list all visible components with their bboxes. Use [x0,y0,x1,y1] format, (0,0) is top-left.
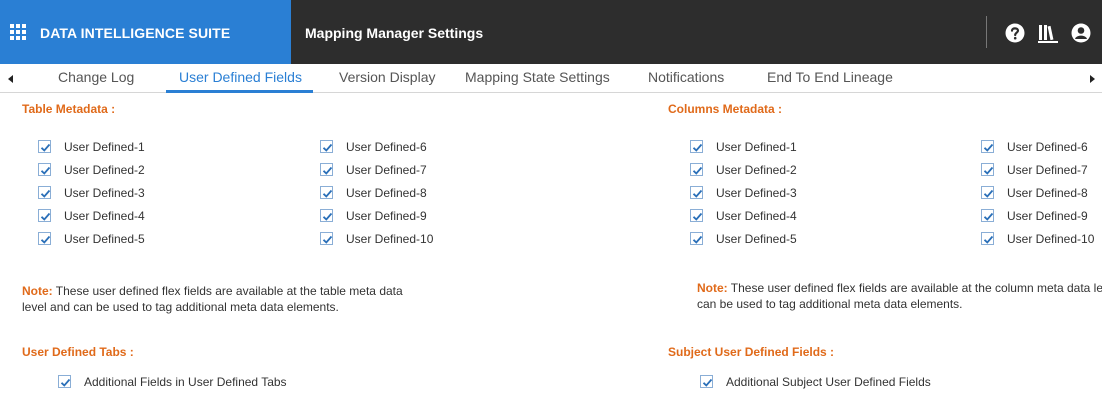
checkbox-label: User Defined-3 [64,186,145,200]
table-user-defined-9-checkbox[interactable] [320,209,333,222]
checkbox-label: User Defined-3 [716,186,797,200]
table-user-defined-6-checkbox[interactable] [320,140,333,153]
checkmark-icon [60,378,71,387]
brand-area[interactable]: DATA INTELLIGENCE SUITE [0,0,291,64]
checkbox-label: User Defined-6 [346,140,427,154]
tab-scroll-left-icon[interactable] [8,75,13,83]
checkbox-label: User Defined-10 [346,232,434,246]
checkmark-icon [40,212,51,221]
note-text-line2: level and can be used to tag additional … [22,300,339,314]
column-user-defined-9-checkbox[interactable] [981,209,994,222]
checkmark-icon [40,189,51,198]
top-navigation-bar: DATA INTELLIGENCE SUITE Mapping Manager … [0,0,1102,64]
user-defined-tabs-heading: User Defined Tabs : [22,345,134,359]
columns-metadata-note: Note: These user defined flex fields are… [697,280,1102,312]
checkbox-label: User Defined-2 [64,163,145,177]
checkmark-icon [983,212,994,221]
checkmark-icon [692,143,703,152]
checkmark-icon [322,235,333,244]
column-user-defined-10-checkbox[interactable] [981,232,994,245]
checkbox-label: Additional Subject User Defined Fields [726,375,931,389]
checkmark-icon [983,189,994,198]
column-user-defined-1-checkbox[interactable] [690,140,703,153]
checkmark-icon [692,235,703,244]
checkmark-icon [692,166,703,175]
tab-change-log[interactable]: Change Log [58,69,134,85]
column-user-defined-5-checkbox[interactable] [690,232,703,245]
checkbox-label: User Defined-10 [1007,232,1095,246]
column-user-defined-6-checkbox[interactable] [981,140,994,153]
table-user-defined-3-checkbox[interactable] [38,186,51,199]
active-tab-indicator [166,90,313,93]
checkmark-icon [702,378,713,387]
column-user-defined-7-checkbox[interactable] [981,163,994,176]
additional-fields-user-defined-tabs-checkbox[interactable] [58,375,71,388]
page-title: Mapping Manager Settings [305,25,484,41]
checkmark-icon [983,143,994,152]
checkmark-icon [322,143,333,152]
checkmark-icon [983,235,994,244]
brand-name: DATA INTELLIGENCE SUITE [40,25,231,41]
checkbox-label: User Defined-8 [1007,186,1088,200]
note-label: Note: [697,281,728,295]
checkbox-label: User Defined-7 [346,163,427,177]
tab-end-to-end-lineage[interactable]: End To End Lineage [767,69,893,85]
checkmark-icon [983,166,994,175]
column-user-defined-4-checkbox[interactable] [690,209,703,222]
apps-grid-icon[interactable] [10,24,26,40]
tab-mapping-state-settings[interactable]: Mapping State Settings [465,69,610,85]
checkmark-icon [40,235,51,244]
checkbox-label: User Defined-1 [716,140,797,154]
table-user-defined-4-checkbox[interactable] [38,209,51,222]
tab-notifications[interactable]: Notifications [648,69,724,85]
checkbox-label: User Defined-4 [64,209,145,223]
tab-user-defined-fields[interactable]: User Defined Fields [179,69,302,85]
table-metadata-note: Note: These user defined flex fields are… [22,283,442,315]
note-text-line1: These user defined flex fields are avail… [52,284,403,298]
header-divider [986,16,987,48]
column-user-defined-2-checkbox[interactable] [690,163,703,176]
user-account-icon[interactable] [1071,23,1091,43]
table-user-defined-1-checkbox[interactable] [38,140,51,153]
table-user-defined-10-checkbox[interactable] [320,232,333,245]
library-icon[interactable] [1038,23,1058,43]
checkmark-icon [40,143,51,152]
subject-user-defined-fields-heading: Subject User Defined Fields : [668,345,835,359]
tab-scroll-right-icon[interactable] [1090,75,1095,83]
tab-version-display[interactable]: Version Display [339,69,436,85]
help-icon[interactable] [1005,23,1025,43]
checkbox-label: User Defined-9 [346,209,427,223]
column-user-defined-3-checkbox[interactable] [690,186,703,199]
note-text-line1: These user defined flex fields are avail… [727,281,1102,295]
table-user-defined-7-checkbox[interactable] [320,163,333,176]
checkmark-icon [322,189,333,198]
settings-tab-bar: Change Log User Defined Fields Version D… [0,64,1102,93]
table-user-defined-2-checkbox[interactable] [38,163,51,176]
checkmark-icon [692,212,703,221]
checkbox-label: User Defined-8 [346,186,427,200]
checkbox-label: User Defined-4 [716,209,797,223]
checkmark-icon [322,166,333,175]
table-user-defined-8-checkbox[interactable] [320,186,333,199]
checkbox-label: User Defined-2 [716,163,797,177]
checkbox-label: User Defined-6 [1007,140,1088,154]
checkmark-icon [322,212,333,221]
note-text-line2: can be used to tag additional meta data … [697,297,963,311]
columns-metadata-heading: Columns Metadata : [668,102,783,116]
table-metadata-heading: Table Metadata : [22,102,116,116]
checkbox-label: User Defined-7 [1007,163,1088,177]
note-label: Note: [22,284,53,298]
column-user-defined-8-checkbox[interactable] [981,186,994,199]
table-user-defined-5-checkbox[interactable] [38,232,51,245]
checkmark-icon [692,189,703,198]
additional-subject-user-defined-fields-checkbox[interactable] [700,375,713,388]
checkbox-label: User Defined-1 [64,140,145,154]
checkbox-label: User Defined-5 [716,232,797,246]
checkmark-icon [40,166,51,175]
checkbox-label: Additional Fields in User Defined Tabs [84,375,287,389]
checkbox-label: User Defined-5 [64,232,145,246]
checkbox-label: User Defined-9 [1007,209,1088,223]
